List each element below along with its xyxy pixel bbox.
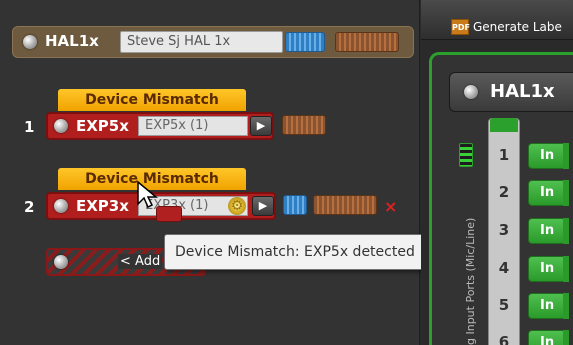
blue-port-strip[interactable] [285, 32, 325, 52]
slot-number: 2 [24, 198, 35, 216]
port-number: 1 [498, 146, 510, 164]
hal-header: HAL1x [449, 72, 573, 112]
mismatch-tooltip: Device Mismatch: EXP5x detected [164, 234, 440, 270]
device-type-label: EXP5x [76, 117, 129, 135]
status-led-icon [464, 85, 478, 99]
hal-header-label: HAL1x [490, 81, 555, 102]
input-toggle-button[interactable]: In [528, 256, 569, 282]
hal-name-field[interactable]: Steve Sj HAL 1x [120, 31, 283, 53]
input-toggle-button[interactable]: In [528, 143, 569, 169]
device-tree-panel: HAL1x Steve Sj HAL 1x Device Mismatch 1 … [0, 0, 440, 345]
input-toggle-button[interactable]: In [528, 293, 569, 319]
input-toggle-button[interactable]: In [528, 218, 569, 244]
device-type-label: EXP3x [76, 197, 129, 215]
device-tab[interactable] [156, 206, 182, 222]
device-name-field[interactable]: EXP5x (1) [138, 116, 248, 136]
status-led-icon [23, 35, 37, 49]
brown-port-strip[interactable] [313, 195, 377, 215]
mouse-cursor-icon [137, 180, 158, 209]
hal-type-label: HAL1x [45, 32, 99, 50]
device-mismatch-badge: Device Mismatch [58, 89, 246, 111]
play-arrow-icon[interactable]: ▶ [250, 116, 272, 136]
status-led-icon [54, 119, 68, 133]
toolbar: PDF Generate Labe [421, 0, 573, 40]
pdf-icon: PDF [451, 19, 470, 35]
hal-device-row[interactable]: HAL1x Steve Sj HAL 1x [12, 26, 414, 58]
input-toggle-button[interactable]: In [528, 330, 569, 345]
port-number: 4 [498, 259, 510, 277]
blue-port-strip[interactable] [283, 195, 307, 215]
status-led-icon [54, 199, 68, 213]
brown-port-strip[interactable] [335, 32, 399, 52]
remove-slot-button[interactable]: × [384, 197, 397, 216]
port-number: 2 [498, 183, 510, 201]
input-toggle-button[interactable]: In [528, 180, 569, 206]
expander-slot-1[interactable]: EXP5x EXP5x (1) ▶ [46, 112, 274, 140]
brown-port-strip[interactable] [282, 115, 326, 135]
port-number: 6 [498, 333, 510, 345]
gear-icon[interactable]: ⚙ [228, 197, 246, 215]
slot-number: 1 [24, 118, 35, 136]
play-arrow-icon[interactable]: ▶ [252, 196, 274, 216]
input-ports-vertical-label: g Input Ports (Mic/Line) [464, 217, 477, 345]
signal-meter-icon [459, 143, 473, 167]
add-device-label: < Add [118, 254, 163, 269]
generate-labels-button[interactable]: Generate Labe [473, 20, 562, 34]
port-number: 5 [498, 296, 510, 314]
status-led-icon [54, 255, 68, 269]
port-column-header [490, 118, 518, 132]
port-number: 3 [498, 221, 510, 239]
